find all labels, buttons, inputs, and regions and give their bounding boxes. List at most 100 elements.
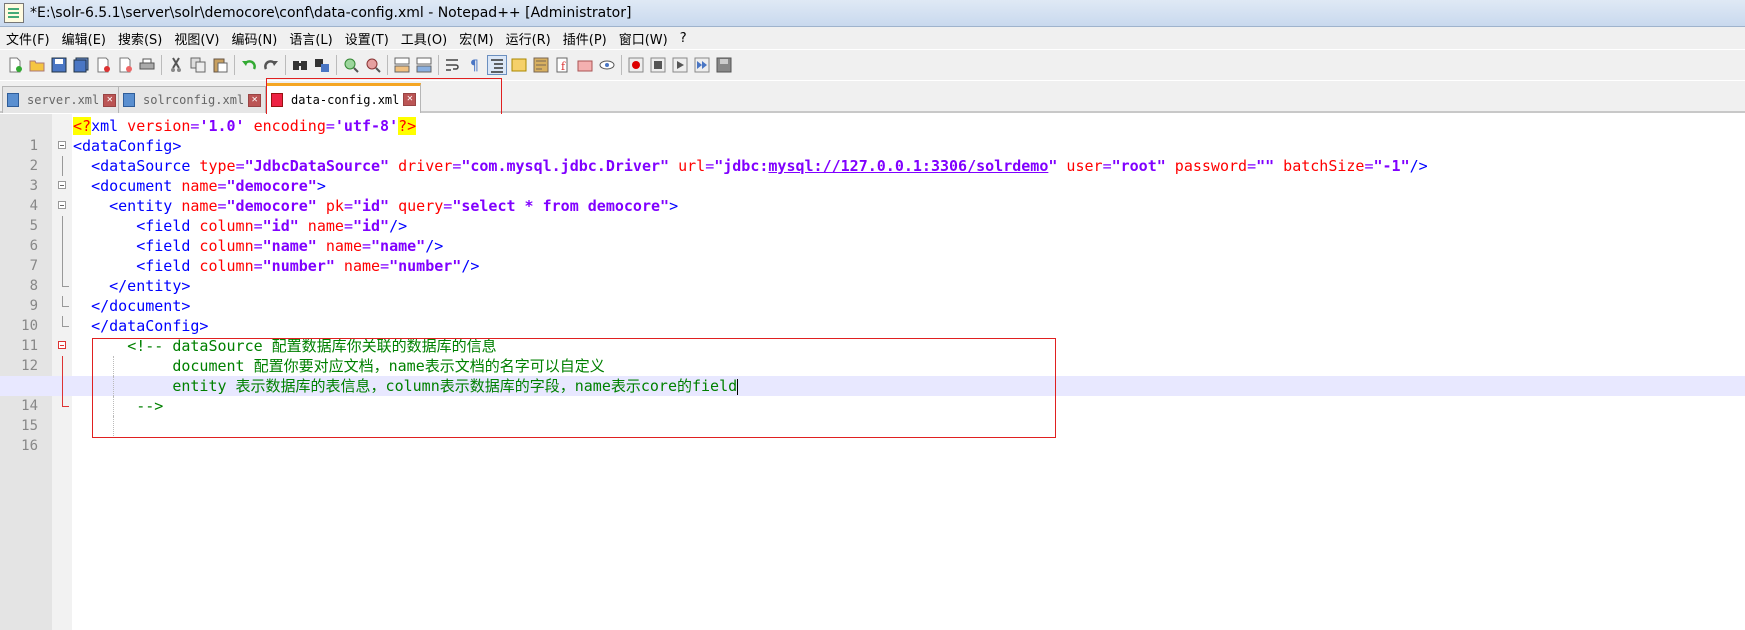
menu-help[interactable]: ?	[674, 31, 693, 46]
user-lang-icon[interactable]	[509, 55, 529, 75]
line-text: <field column="number" name="number"/>	[136, 257, 480, 275]
code-line: 6 <field column="id" name="id"/>	[0, 216, 1745, 254]
line-text: </document>	[91, 297, 191, 315]
tab-data-config-xml[interactable]: data-config.xml ✕	[266, 83, 422, 113]
tab-label: data-config.xml	[291, 92, 400, 107]
indent-guide-icon[interactable]	[487, 55, 507, 75]
tab-label: server.xml	[27, 93, 100, 107]
copy-icon[interactable]	[188, 55, 208, 75]
menu-plugins[interactable]: 插件(P)	[557, 29, 613, 48]
fold-end	[55, 296, 69, 316]
fold-toggle[interactable]	[55, 196, 69, 216]
text-cursor	[737, 378, 739, 395]
open-file-icon[interactable]	[27, 55, 47, 75]
line-text: <document name="democore">	[91, 177, 326, 195]
code-line: 9 </entity>	[0, 276, 1745, 314]
code-line: 12 <!-- dataSource 配置数据库你关联的数据库的信息	[0, 336, 1745, 374]
fold-toggle[interactable]	[55, 176, 69, 196]
record-macro-icon[interactable]	[626, 55, 646, 75]
code-line: 8 <field column="number" name="number"/>	[0, 256, 1745, 294]
menu-file[interactable]: 文件(F)	[0, 29, 56, 48]
line-number: 16	[21, 438, 38, 454]
code-line: 1 <?xml version='1.0' encoding='utf-8'?>	[0, 116, 1745, 154]
close-icon[interactable]: ✕	[403, 93, 417, 106]
code-line-current: 14 entity 表示数据库的表信息，column表示数据库的字段，name表…	[0, 376, 1745, 414]
menu-view[interactable]: 视图(V)	[168, 29, 225, 48]
code-line: 10 </document>	[0, 296, 1745, 334]
code-line: 16	[0, 416, 1745, 454]
menu-search[interactable]: 搜索(S)	[112, 29, 168, 48]
editor[interactable]: 1 <?xml version='1.0' encoding='utf-8'?>…	[0, 114, 1745, 630]
fold-line	[55, 376, 69, 396]
doc-map-icon[interactable]	[531, 55, 551, 75]
fold-end	[55, 396, 69, 416]
replace-icon[interactable]	[312, 55, 332, 75]
code-line: 5 <entity name="democore" pk="id" query=…	[0, 196, 1745, 234]
menu-edit[interactable]: 编辑(E)	[56, 29, 112, 48]
toolbar-separator	[387, 55, 388, 75]
line-text: <entity name="democore" pk="id" query="s…	[109, 197, 679, 215]
close-icon[interactable]: ✕	[248, 93, 262, 107]
toolbar-separator	[285, 55, 286, 75]
function-list-icon[interactable]: f	[553, 55, 573, 75]
word-wrap-icon[interactable]	[443, 55, 463, 75]
stop-record-icon[interactable]	[648, 55, 668, 75]
fold-toggle[interactable]	[55, 336, 69, 356]
code-line: 13 document 配置你要对应文档，name表示文档的名字可以自定义	[0, 356, 1745, 394]
toolbar-separator	[336, 55, 337, 75]
paste-icon[interactable]	[210, 55, 230, 75]
file-saved-icon	[7, 93, 19, 107]
line-text: <dataSource type="JdbcDataSource" driver…	[91, 157, 1428, 175]
indent-guide	[113, 416, 115, 436]
menu-window[interactable]: 窗口(W)	[613, 29, 674, 48]
menu-settings[interactable]: 设置(T)	[339, 29, 395, 48]
menu-tools[interactable]: 工具(O)	[395, 29, 453, 48]
save-all-icon[interactable]	[71, 55, 91, 75]
tab-bar: server.xml ✕ solrconfig.xml ✕ data-confi…	[0, 81, 1745, 113]
line-text: <dataConfig>	[73, 137, 182, 155]
run-macro-multiple-icon[interactable]	[692, 55, 712, 75]
fold-toggle[interactable]	[55, 136, 69, 156]
menu-encoding[interactable]: 编码(N)	[225, 29, 283, 48]
menu-macro[interactable]: 宏(M)	[453, 29, 499, 48]
svg-text:¶: ¶	[470, 58, 479, 73]
tab-solrconfig-xml[interactable]: solrconfig.xml ✕	[118, 86, 267, 113]
play-macro-icon[interactable]	[670, 55, 690, 75]
line-text: </entity>	[109, 277, 191, 295]
code-line: 2 <dataConfig>	[0, 136, 1745, 174]
find-icon[interactable]	[290, 55, 310, 75]
file-modified-icon	[271, 92, 283, 107]
tab-server-xml[interactable]: server.xml ✕	[2, 86, 122, 113]
zoom-out-icon[interactable]	[363, 55, 383, 75]
zoom-in-icon[interactable]	[341, 55, 361, 75]
code-line: 15 -->	[0, 396, 1745, 434]
cut-icon[interactable]	[166, 55, 186, 75]
undo-icon[interactable]	[239, 55, 259, 75]
line-text: entity 表示数据库的表信息，column表示数据库的字段，name表示co…	[172, 377, 739, 395]
fold-line	[55, 236, 69, 256]
menu-run[interactable]: 运行(R)	[500, 29, 557, 48]
close-icon[interactable]	[93, 55, 113, 75]
close-icon[interactable]: ✕	[103, 93, 117, 107]
window-title: *E:\solr-6.5.1\server\solr\democore\conf…	[30, 5, 632, 21]
file-saved-icon	[123, 93, 135, 107]
toolbar-separator	[438, 55, 439, 75]
close-all-icon[interactable]	[115, 55, 135, 75]
monitor-icon[interactable]	[597, 55, 617, 75]
menu-language[interactable]: 语言(L)	[283, 29, 338, 48]
new-file-icon[interactable]	[5, 55, 25, 75]
fold-line	[55, 256, 69, 276]
save-macro-icon[interactable]	[714, 55, 734, 75]
toolbar-separator	[161, 55, 162, 75]
folder-workspace-icon[interactable]	[575, 55, 595, 75]
code-line: 7 <field column="name" name="name"/>	[0, 236, 1745, 274]
sync-h-icon[interactable]	[414, 55, 434, 75]
print-icon[interactable]	[137, 55, 157, 75]
line-text: -->	[136, 397, 164, 415]
redo-icon[interactable]	[261, 55, 281, 75]
save-icon[interactable]	[49, 55, 69, 75]
menu-bar: 文件(F) 编辑(E) 搜索(S) 视图(V) 编码(N) 语言(L) 设置(T…	[0, 27, 1745, 49]
show-all-chars-icon[interactable]: ¶	[465, 55, 485, 75]
fold-line	[55, 216, 69, 236]
sync-v-icon[interactable]	[392, 55, 412, 75]
